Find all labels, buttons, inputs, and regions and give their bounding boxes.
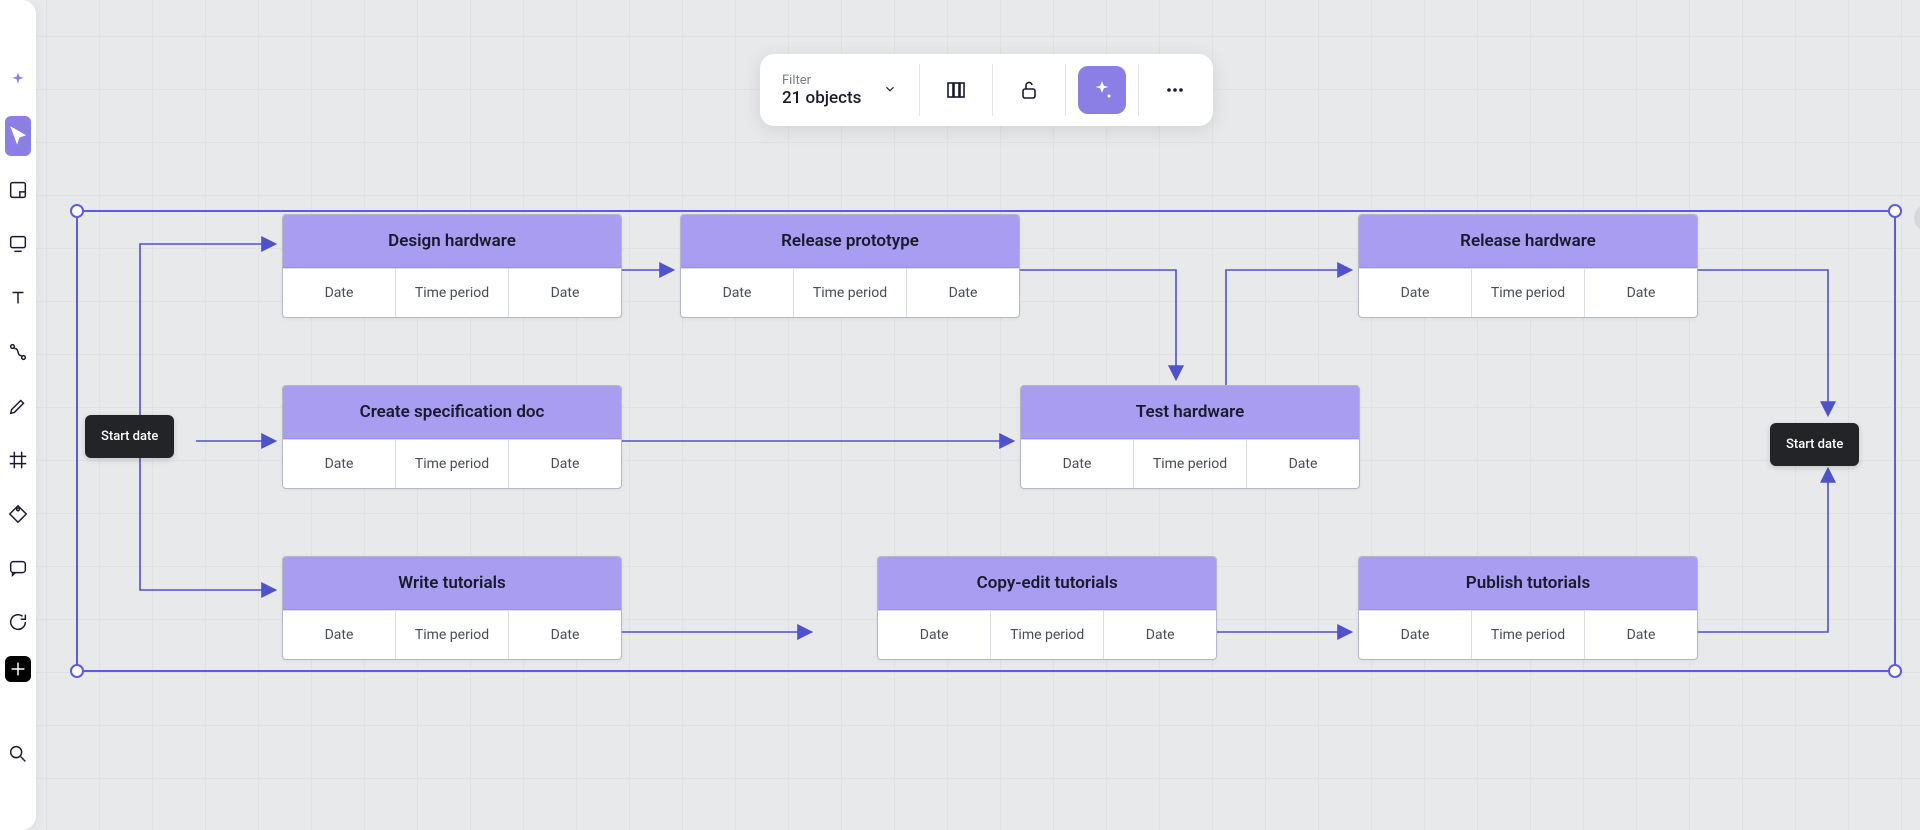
- cell-period[interactable]: Time period: [396, 269, 509, 317]
- task-title: Test hardware: [1021, 386, 1359, 439]
- task-cells: DateTime periodDate: [283, 439, 621, 488]
- cell-period[interactable]: Time period: [991, 611, 1104, 659]
- task-write[interactable]: Write tutorialsDateTime periodDate: [282, 556, 622, 660]
- task-cells: DateTime periodDate: [1021, 439, 1359, 488]
- cell-date-start[interactable]: Date: [1359, 269, 1472, 317]
- cell-period[interactable]: Time period: [396, 440, 509, 488]
- task-release_hw[interactable]: Release hardwareDateTime periodDate: [1358, 214, 1698, 318]
- task-title: Write tutorials: [283, 557, 621, 610]
- resize-handle-tl[interactable]: [70, 204, 84, 218]
- cell-date-end[interactable]: Date: [1585, 611, 1697, 659]
- task-title: Publish tutorials: [1359, 557, 1697, 610]
- cell-date-end[interactable]: Date: [1247, 440, 1359, 488]
- task-cells: DateTime periodDate: [681, 268, 1019, 317]
- resize-handle-br[interactable]: [1888, 664, 1902, 678]
- cell-date-end[interactable]: Date: [509, 440, 621, 488]
- task-publish[interactable]: Publish tutorialsDateTime periodDate: [1358, 556, 1698, 660]
- task-design[interactable]: Design hardwareDateTime periodDate: [282, 214, 622, 318]
- task-cells: DateTime periodDate: [283, 268, 621, 317]
- task-title: Release prototype: [681, 215, 1019, 268]
- task-title: Release hardware: [1359, 215, 1697, 268]
- task-title: Design hardware: [283, 215, 621, 268]
- task-release_proto[interactable]: Release prototypeDateTime periodDate: [680, 214, 1020, 318]
- task-cells: DateTime periodDate: [283, 610, 621, 659]
- cell-date-end[interactable]: Date: [509, 611, 621, 659]
- cell-period[interactable]: Time period: [794, 269, 907, 317]
- cell-date-start[interactable]: Date: [681, 269, 794, 317]
- task-title: Create specification doc: [283, 386, 621, 439]
- cell-date-end[interactable]: Date: [509, 269, 621, 317]
- cell-date-end[interactable]: Date: [1585, 269, 1697, 317]
- task-cells: DateTime periodDate: [878, 610, 1216, 659]
- cell-date-start[interactable]: Date: [283, 269, 396, 317]
- diagram-canvas[interactable]: Start date Start date Design hardwareDat…: [0, 0, 1920, 830]
- start-chip[interactable]: Start date: [85, 415, 174, 458]
- cell-period[interactable]: Time period: [1134, 440, 1247, 488]
- cell-date-end[interactable]: Date: [1104, 611, 1216, 659]
- cell-date-start[interactable]: Date: [1021, 440, 1134, 488]
- cell-period[interactable]: Time period: [396, 611, 509, 659]
- task-cells: DateTime periodDate: [1359, 610, 1697, 659]
- task-title: Copy-edit tutorials: [878, 557, 1216, 610]
- cell-date-start[interactable]: Date: [283, 611, 396, 659]
- resize-handle-tr[interactable]: [1888, 204, 1902, 218]
- cell-period[interactable]: Time period: [1472, 269, 1585, 317]
- task-test[interactable]: Test hardwareDateTime periodDate: [1020, 385, 1360, 489]
- end-chip[interactable]: Start date: [1770, 423, 1859, 466]
- resize-handle-bl[interactable]: [70, 664, 84, 678]
- task-spec[interactable]: Create specification docDateTime periodD…: [282, 385, 622, 489]
- drag-handle[interactable]: [1914, 204, 1920, 232]
- cell-date-start[interactable]: Date: [878, 611, 991, 659]
- task-copy[interactable]: Copy-edit tutorialsDateTime periodDate: [877, 556, 1217, 660]
- cell-date-start[interactable]: Date: [1359, 611, 1472, 659]
- cell-period[interactable]: Time period: [1472, 611, 1585, 659]
- cell-date-end[interactable]: Date: [907, 269, 1019, 317]
- cell-date-start[interactable]: Date: [283, 440, 396, 488]
- task-cells: DateTime periodDate: [1359, 268, 1697, 317]
